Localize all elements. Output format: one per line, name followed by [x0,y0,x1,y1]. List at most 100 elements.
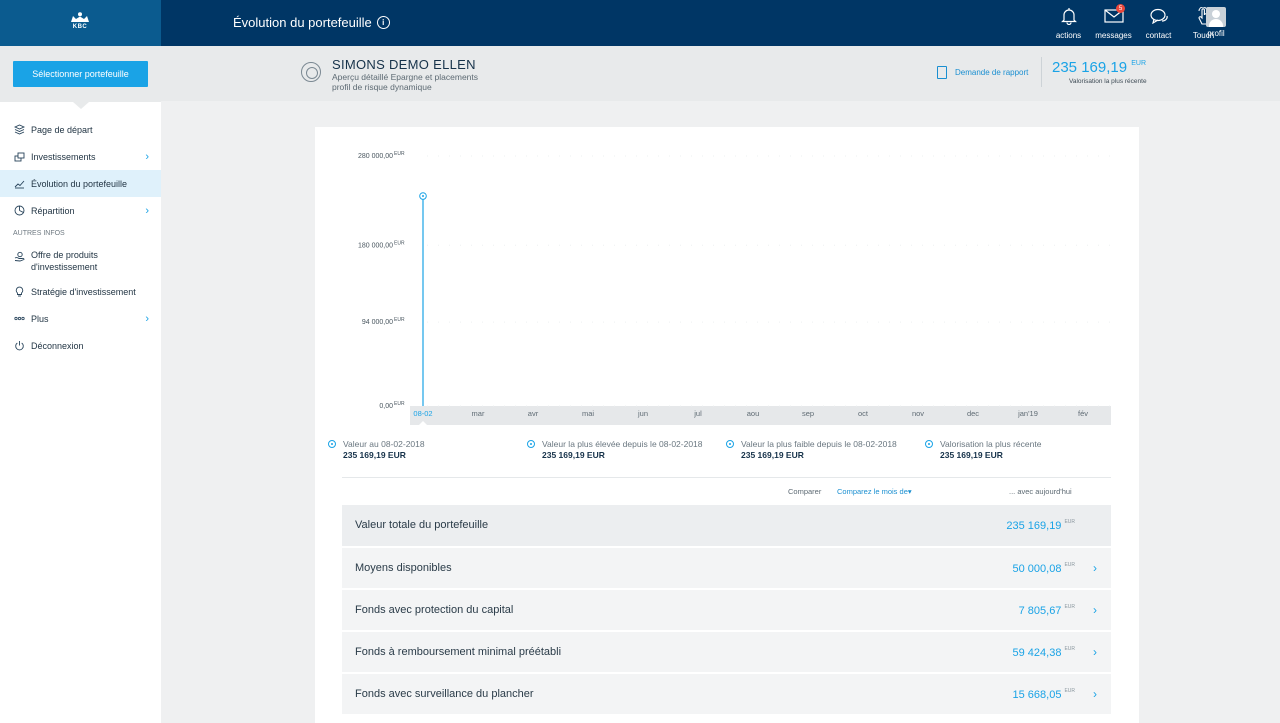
messages-button[interactable]: 5 messages [1091,4,1136,40]
x-tick-label: mai [582,409,594,418]
table-row: Valeur totale du portefeuille 235 169,19… [342,505,1111,546]
sidebar-item-label: Évolution du portefeuille [31,178,128,189]
sidebar-item-label: Stratégie d'investissement [31,286,136,297]
sidebar-item-logout[interactable]: Déconnexion [0,332,161,359]
contact-label: contact [1145,31,1172,40]
top-bar: KBC Évolution du portefeuille i actions … [0,0,1280,46]
legend-value: 235 169,19 EUR [741,450,804,460]
dots-icon [14,313,25,324]
row-currency: EUR [1064,519,1075,525]
sidebar-item-label: Répartition [31,205,75,216]
info-icon[interactable]: i [376,16,390,29]
y-tick-label: 280 000,00 [358,153,393,160]
chevron-right-icon[interactable]: › [1093,645,1097,659]
client-subtitle-line2: profil de risque dynamique [332,82,432,92]
actions-button[interactable]: actions [1046,5,1091,40]
legend-item-highest: Valeur la plus élevée depuis le 08-02-20… [527,439,726,461]
compare-label: Comparer [788,487,822,496]
report-request-label: Demande de rapport [955,68,1029,77]
row-amount: 235 169,19 [1006,520,1062,532]
row-label: Fonds à remboursement minimal préétabli [355,646,562,658]
chevron-right-icon[interactable]: › [1093,687,1097,701]
legend-marker-icon [328,440,336,448]
logo-text: KBC [72,24,88,30]
profile-label: profil [1207,29,1225,38]
section-label: AUTRES INFOS [13,230,65,237]
row-value: 50 000,08 EUR [1013,562,1076,575]
total-valuation-label: Valorisation la plus récente [1069,78,1147,85]
client-header: SIMONS DEMO ELLEN Aperçu détaillé Epargn… [161,46,1280,101]
legend-marker-icon [925,440,933,448]
select-portfolio-button[interactable]: Sélectionner portefeuille [13,61,148,87]
sidebar-item-label: Investissements [31,151,96,162]
row-label: Fonds avec surveillance du plancher [355,688,534,700]
caret-down-icon: ▾ [907,487,912,496]
table-row[interactable]: Fonds à remboursement minimal préétabli … [342,632,1111,672]
kbc-logo: KBC [69,12,91,30]
x-tick-label: nov [912,409,924,418]
sidebar-item-distribution[interactable]: Répartition › [0,197,161,224]
sidebar-nav: Page de départ Investissements › Évoluti… [0,116,161,359]
sidebar-item-label: Offre de produits d'investissement [31,249,98,273]
document-icon [937,66,947,79]
divider [1041,57,1042,87]
table-row[interactable]: Fonds avec surveillance du plancher 15 6… [342,674,1111,714]
envelope-icon [1091,5,1136,27]
x-tick-label: oct [858,409,869,418]
client-portfolio-icon [301,62,321,82]
x-tick-label: jan'19 [1017,409,1038,418]
sidebar-item-product-offer[interactable]: Offre de produits d'investissement [0,244,161,278]
divider [342,477,1111,478]
chevron-right-icon: › [145,151,149,163]
sidebar-item-strategy[interactable]: Stratégie d'investissement [0,278,161,305]
row-value: 7 805,67 EUR [1019,604,1075,617]
sidebar-item-portfolio-evolution[interactable]: Évolution du portefeuille [0,170,161,197]
total-currency: EUR [1131,60,1147,67]
legend-marker-icon [726,440,734,448]
y-tick-label: 180 000,00 [358,242,393,249]
legend-value: 235 169,19 EUR [542,450,605,460]
chart-legend: Valeur au 08-02-2018 235 169,19 EUR Valeu… [328,439,1128,461]
portfolio-evolution-chart: 280 000,00 EUR180 000,00 EUR94 000,00 EUR0,… [358,151,1111,425]
value-marker-center [422,195,424,198]
y-tick-label: 94 000,00 [362,319,393,326]
sidebar-item-investments[interactable]: Investissements › [0,143,161,170]
messages-badge: 5 [1116,4,1125,13]
table-row[interactable]: Fonds avec protection du capital 7 805,6… [342,590,1111,630]
client-subtitle-line1: Aperçu détaillé Epargne et placements [332,72,479,82]
contact-button[interactable]: contact [1136,5,1181,40]
table-row[interactable]: Moyens disponibles 50 000,08 EUR › [342,548,1111,588]
legend-label: Valorisation la plus récente [940,439,1042,449]
chevron-right-icon: › [145,205,149,217]
bell-icon [1046,5,1091,27]
avatar [1206,7,1226,27]
client-subtitle: Aperçu détaillé Epargne et placements pr… [332,72,478,92]
chevron-right-icon[interactable]: › [1093,603,1097,617]
sidebar: Sélectionner portefeuille Page de départ… [0,46,161,723]
chevron-right-icon[interactable]: › [1093,561,1097,575]
y-tick-unit: EUR [394,240,405,246]
profile-button[interactable]: profil [1206,7,1226,38]
chart-line-icon [14,178,25,189]
chevron-right-icon: › [145,313,149,325]
x-tick-label: sep [802,409,814,418]
y-tick-unit: EUR [394,151,405,157]
logo-area[interactable]: KBC [0,0,161,46]
report-request-link[interactable]: Demande de rapport [937,66,1028,79]
compare-month-dropdown[interactable]: Comparez le mois de▾ [837,487,912,496]
total-valuation: 235 169,19 EUR [1052,59,1146,76]
sidebar-item-home[interactable]: Page de départ [0,116,161,143]
sidebar-item-more[interactable]: Plus › [0,305,161,332]
actions-label: actions [1055,31,1082,40]
sidebar-item-label: Page de départ [31,124,93,135]
page-title-text: Évolution du portefeuille [233,15,372,30]
stack-icon [14,124,25,135]
compare-month-label: Comparez le mois de [837,487,908,496]
x-axis-band [410,406,1111,425]
sidebar-item-label-line2: d'investissement [31,262,98,272]
row-value: 235 169,19 EUR [1006,519,1075,532]
legend-item-value-at: Valeur au 08-02-2018 235 169,19 EUR [328,439,527,461]
portfolio-breakdown: Valeur totale du portefeuille 235 169,19… [342,505,1111,716]
x-tick-label: mar [472,409,485,418]
legend-label: Valeur la plus faible depuis le 08-02-20… [741,439,897,449]
